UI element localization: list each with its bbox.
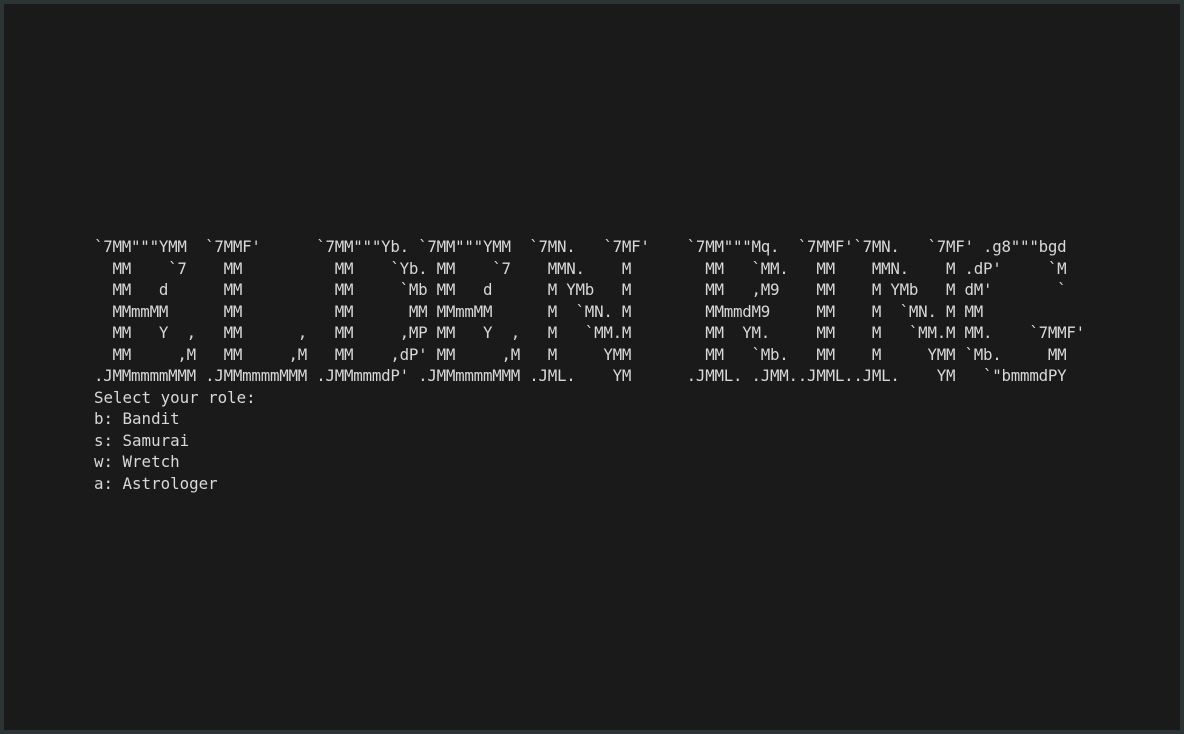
banner-line: MM ,M MM ,M MM ,dP' MM ,M M YMM MM `Mb. … [94,344,1067,364]
role-option-samurai: s: Samurai [94,430,190,450]
role-option-astrologer: a: Astrologer [94,473,218,493]
terminal-window: `7MM"""YMM `7MMF' `7MM"""Yb. `7MM"""YMM … [0,0,1184,734]
banner-line: MM d MM MM `Mb MM d M YMb M MM ,M9 MM M … [94,280,1067,299]
terminal-output: `7MM"""YMM `7MMF' `7MM"""Yb. `7MM"""YMM … [94,236,1154,506]
banner-line: MM `7 MM MM `Yb. MM `7 MMN. M MM `MM. MM… [94,258,1067,278]
role-prompt: Select your role: [94,387,256,407]
role-option-bandit: b: Bandit [94,409,180,428]
banner-line: MM Y , MM , MM ,MP MM Y , M `MM.M MM YM.… [94,323,1086,342]
ascii-art-banner: `7MM"""YMM `7MMF' `7MM"""Yb. `7MM"""YMM … [94,236,1154,387]
banner-line: `7MM"""YMM `7MMF' `7MM"""Yb. `7MM"""YMM … [94,237,1067,256]
banner-line: .JMMmmmmMMM .JMMmmmmMMM .JMMmmmdP' .JMMm… [94,366,1067,385]
role-option-wretch: w: Wretch [94,452,180,471]
banner-line: MMmmMM MM MM MM MMmmMM M `MN. M MMmmdM9 … [94,301,984,321]
